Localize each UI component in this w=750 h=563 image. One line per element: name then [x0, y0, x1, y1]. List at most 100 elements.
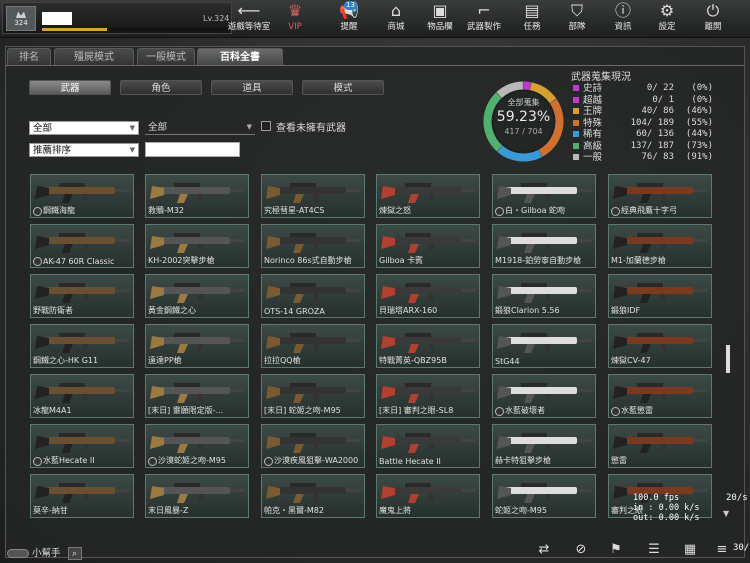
nav-power[interactable]: ⏻ 離開	[691, 1, 735, 37]
show-unowned-checkbox[interactable]	[261, 121, 271, 131]
chevron-down-icon: ▼	[129, 124, 135, 132]
weapon-card[interactable]: Gilboa 卡賓	[376, 224, 480, 268]
sort-select[interactable]: 推薦排序 ▼	[29, 143, 139, 157]
nav-back-arrow[interactable]: ⟵ 遊戲等待室	[227, 1, 271, 37]
weapon-card[interactable]: 蛇姬之吻-M95	[492, 474, 596, 518]
weapon-name: Gilboa 卡賓	[379, 256, 424, 265]
weapon-card[interactable]: 經典飛鷹十字弓	[608, 174, 712, 218]
weapon-name: 魔鬼上將	[379, 506, 411, 515]
gun-icon: ⌐	[477, 1, 491, 20]
nav-label: 任務	[523, 22, 541, 32]
weapon-card[interactable]: [末日] 靈願限定版-...	[145, 374, 249, 418]
nav-gear[interactable]: ⚙ 設定	[645, 1, 689, 37]
weapon-card[interactable]: 煉獄CV-47	[608, 324, 712, 368]
subcategory-select[interactable]: 全部 ▼	[145, 121, 255, 135]
subtab-0[interactable]: 武器	[29, 80, 111, 95]
weapon-name: 煉獄CV-47	[611, 356, 651, 365]
weapon-card[interactable]: [末日] 審判之眼-SL8	[376, 374, 480, 418]
weapon-card[interactable]: Battle Hecate II	[376, 424, 480, 468]
calendar-icon[interactable]: ▦	[681, 541, 699, 559]
weapon-name: AK-47 60R Classic	[43, 257, 115, 266]
weapon-card[interactable]: 水藍懲雷	[608, 374, 712, 418]
nav-crown[interactable]: ♛ VIP	[273, 1, 317, 37]
weapon-card[interactable]: 鋼鐵之心-HK G11	[30, 324, 134, 368]
search-icon[interactable]: ⌕	[67, 547, 82, 560]
weapon-card[interactable]: 沙漠疾風狙擊-WA2000	[261, 424, 365, 468]
weapon-card[interactable]: OTS-14 GROZA	[261, 274, 365, 318]
tab-1[interactable]: 殭屍模式	[54, 48, 134, 66]
weapon-card[interactable]: 帕克・黑爾-M82	[261, 474, 365, 518]
weapon-card[interactable]: M1-加蘭德步槍	[608, 224, 712, 268]
weapon-image	[266, 333, 360, 353]
weapon-card[interactable]: AK-47 60R Classic	[30, 224, 134, 268]
weapon-image	[150, 433, 244, 453]
weapon-card[interactable]: 魔鬼上將	[376, 474, 480, 518]
owned-mark-icon	[611, 407, 620, 416]
scrollbar-thumb[interactable]	[726, 345, 730, 373]
nav-megaphone[interactable]: 📢 提醒 13	[327, 1, 371, 37]
weapon-card[interactable]: 莫辛-納甘	[30, 474, 134, 518]
weapon-card[interactable]: M1918-鉑勞寧自動步槍	[492, 224, 596, 268]
tab-2[interactable]: 一般模式	[137, 48, 195, 66]
rarity-count: 104/ 189	[630, 117, 674, 128]
weapon-card[interactable]: 拉拉QQ槍	[261, 324, 365, 368]
weapon-card[interactable]: 特戰菁英-QBZ95B	[376, 324, 480, 368]
weapon-card[interactable]: 煉獄之怒	[376, 174, 480, 218]
weapon-card[interactable]: 赫卡特狙擊步槍	[492, 424, 596, 468]
refresh-icon[interactable]: ⇄	[535, 541, 553, 559]
weapon-card[interactable]: 貝瑞塔ARX-160	[376, 274, 480, 318]
weapon-card[interactable]: 懲雷	[608, 424, 712, 468]
weapon-image	[381, 283, 475, 303]
run-icon[interactable]: ⚑	[607, 541, 625, 559]
weapon-card[interactable]: 冰龍M4A1	[30, 374, 134, 418]
weapon-card[interactable]: StG44	[492, 324, 596, 368]
weapon-card[interactable]: 遠達PP槍	[145, 324, 249, 368]
nav-gun[interactable]: ⌐ 武器製作	[462, 1, 506, 37]
checklist-icon[interactable]: ☰	[645, 541, 663, 559]
subtab-1[interactable]: 角色	[120, 80, 202, 95]
weapon-card[interactable]: 白・Gilboa 蛇吻	[492, 174, 596, 218]
weapon-card[interactable]: 黃金鋼鐵之心	[145, 274, 249, 318]
weapon-card[interactable]: 鍛狼Clarion 5.56	[492, 274, 596, 318]
weapon-name: 沙漠疾風狙擊-WA2000	[274, 456, 359, 465]
weapon-card[interactable]: 水藍Hecate II	[30, 424, 134, 468]
category-select[interactable]: 全部 ▼	[29, 121, 139, 135]
rarity-percent: (44%)	[685, 129, 713, 139]
weapon-card[interactable]: 野戰防衛者	[30, 274, 134, 318]
weapon-card[interactable]: 鍛狼IDF	[608, 274, 712, 318]
donut-segment	[523, 81, 531, 91]
nav-info[interactable]: ⓘ 資訊	[601, 1, 645, 37]
nav-ticket[interactable]: ▤ 任務	[510, 1, 554, 37]
rarity-name: 超越	[583, 94, 603, 106]
weapon-card[interactable]: 鋼鐵海龍	[30, 174, 134, 218]
weapon-card[interactable]: 究極彗星-AT4CS	[261, 174, 365, 218]
nav-shop[interactable]: ⌂ 商城	[374, 1, 418, 37]
weapon-card[interactable]: 沙漠蛇姬之吻-M95	[145, 424, 249, 468]
compass-icon[interactable]: ⊘	[572, 541, 590, 559]
toggle-icon	[7, 549, 29, 558]
owned-mark-icon	[148, 457, 157, 466]
weapon-card[interactable]: [末日] 蛇姬之吻-M95	[261, 374, 365, 418]
helper-toggle[interactable]: 小幫手 ⌕	[7, 545, 82, 560]
weapon-card[interactable]: KH-2002突擊步槍	[145, 224, 249, 268]
gear-icon: ⚙	[659, 1, 675, 20]
chevron-down-icon: ▼	[129, 146, 135, 154]
nav-shield[interactable]: ⛉ 部隊	[555, 1, 599, 37]
search-input[interactable]	[145, 142, 240, 157]
list-icon[interactable]: ≡	[713, 541, 731, 559]
weapon-card[interactable]: 救贖-M32	[145, 174, 249, 218]
rank-badge: 324	[6, 6, 36, 31]
tab-0[interactable]: 排名	[7, 48, 51, 66]
weapon-card[interactable]: 末日風暴-Z	[145, 474, 249, 518]
nav-bag[interactable]: ▣ 物品欄	[418, 1, 462, 37]
tab-3[interactable]: 百科全書	[197, 48, 283, 66]
subtab-3[interactable]: 模式	[302, 80, 384, 95]
weapon-card[interactable]: Norinco 86s式自動步槍	[261, 224, 365, 268]
subtab-2[interactable]: 道具	[211, 80, 293, 95]
weapon-image	[381, 183, 475, 203]
bag-icon: ▣	[432, 1, 448, 20]
weapon-card[interactable]: 水藍破壞者	[492, 374, 596, 418]
player-card[interactable]: 324 Lv.324	[2, 2, 232, 34]
owned-mark-icon	[33, 207, 42, 216]
weapon-name: 經典飛鷹十字弓	[621, 206, 677, 215]
